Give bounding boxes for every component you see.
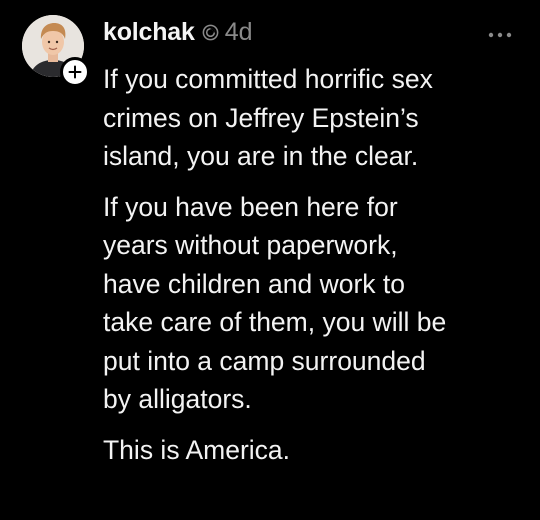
author-avatar-container[interactable] [22,15,90,87]
post-timestamp: 4d [224,17,253,46]
follow-button[interactable] [60,57,90,87]
plus-icon [68,65,82,79]
post-paragraph: This is America. [103,434,291,465]
threads-verified-icon [201,23,220,42]
more-horizontal-icon[interactable] [487,27,513,38]
thread-post: kolchak 4d If you committed horrific sex… [0,0,540,520]
post-paragraph: If you committed horrific sex crimes on … [103,64,433,171]
post-header: kolchak 4d [103,14,253,50]
post-paragraph: If you have been here for years without … [103,191,447,415]
post-body: If you committed horrific sex crimes on … [103,60,528,469]
author-username[interactable]: kolchak [103,18,195,47]
